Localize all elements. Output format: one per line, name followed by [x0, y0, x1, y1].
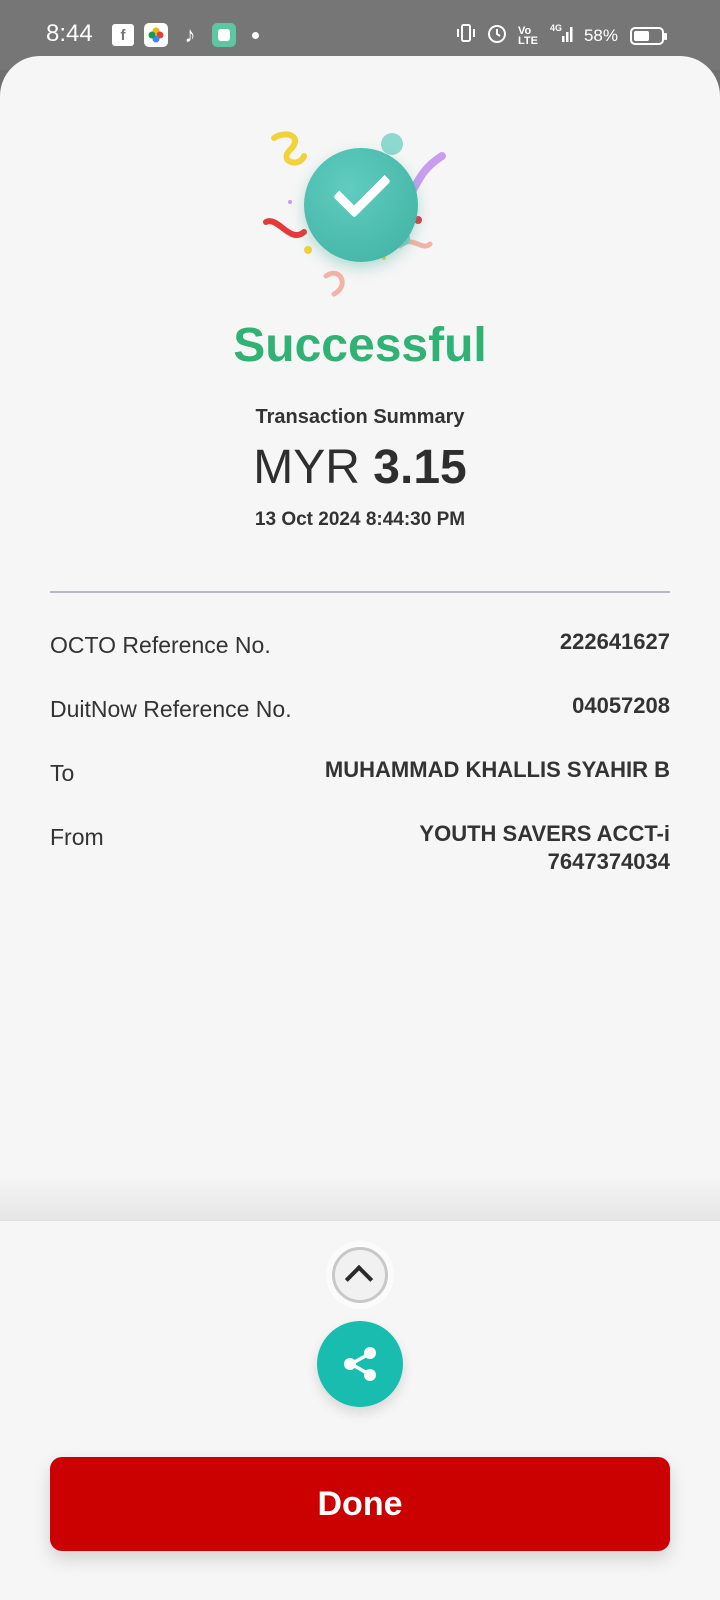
done-button[interactable]: Done — [50, 1457, 670, 1551]
more-notifications-icon — [252, 31, 259, 39]
detail-label: From — [50, 824, 104, 850]
summary-label: Transaction Summary — [255, 406, 465, 428]
action-panel: Done — [0, 1220, 720, 1600]
detail-label: OCTO Reference No. — [50, 632, 271, 658]
vibrate-icon — [456, 23, 476, 48]
detail-value: MUHAMMAD KHALLIS SYAHIR B — [324, 757, 670, 782]
amount-value: 3.15 — [373, 441, 467, 494]
share-icon — [344, 1347, 376, 1381]
detail-value: 222641627 — [559, 629, 670, 654]
photos-icon — [144, 23, 168, 47]
system-icons: Vo LTE 4G 58% — [456, 22, 667, 49]
battery-fill — [634, 30, 650, 41]
from-account-number: 7647374034 — [547, 849, 670, 874]
transaction-result-sheet: Successful Transaction Summary MYR 3.15 … — [0, 56, 720, 1600]
expand-button[interactable] — [332, 1247, 388, 1303]
share-button[interactable] — [317, 1321, 403, 1407]
success-check-icon — [304, 148, 418, 262]
chevron-up-icon — [344, 1264, 374, 1294]
from-account-name: YOUTH SAVERS ACCT-i — [419, 821, 670, 846]
battery-percent: 58% — [583, 25, 618, 45]
status-time: 8:44 — [46, 20, 93, 47]
app-icon — [212, 23, 236, 47]
transaction-amount: MYR 3.15 — [0, 440, 720, 495]
alarm-icon — [486, 22, 508, 49]
volte-icon: Vo LTE — [518, 24, 538, 47]
signal-4g-icon: 4G — [548, 22, 574, 49]
transaction-datetime: 13 Oct 2024 8:44:30 PM — [254, 509, 466, 530]
facebook-icon: f — [112, 24, 134, 46]
success-illustration — [260, 126, 460, 306]
battery-icon — [630, 26, 667, 45]
detail-value: 04057208 — [572, 693, 670, 718]
bottom-shadow — [0, 1176, 720, 1220]
divider — [50, 591, 670, 593]
detail-label: DuitNow Reference No. — [50, 696, 292, 722]
svg-text:4G: 4G — [550, 23, 562, 33]
notification-icons: f ♪ — [112, 22, 259, 47]
detail-value-block: YOUTH SAVERS ACCT-i 7647374034 — [419, 820, 670, 876]
tiktok-icon: ♪ — [184, 22, 196, 47]
amount-currency: MYR — [253, 441, 360, 494]
status-title: Successful — [233, 319, 487, 372]
detail-label: To — [50, 760, 75, 786]
